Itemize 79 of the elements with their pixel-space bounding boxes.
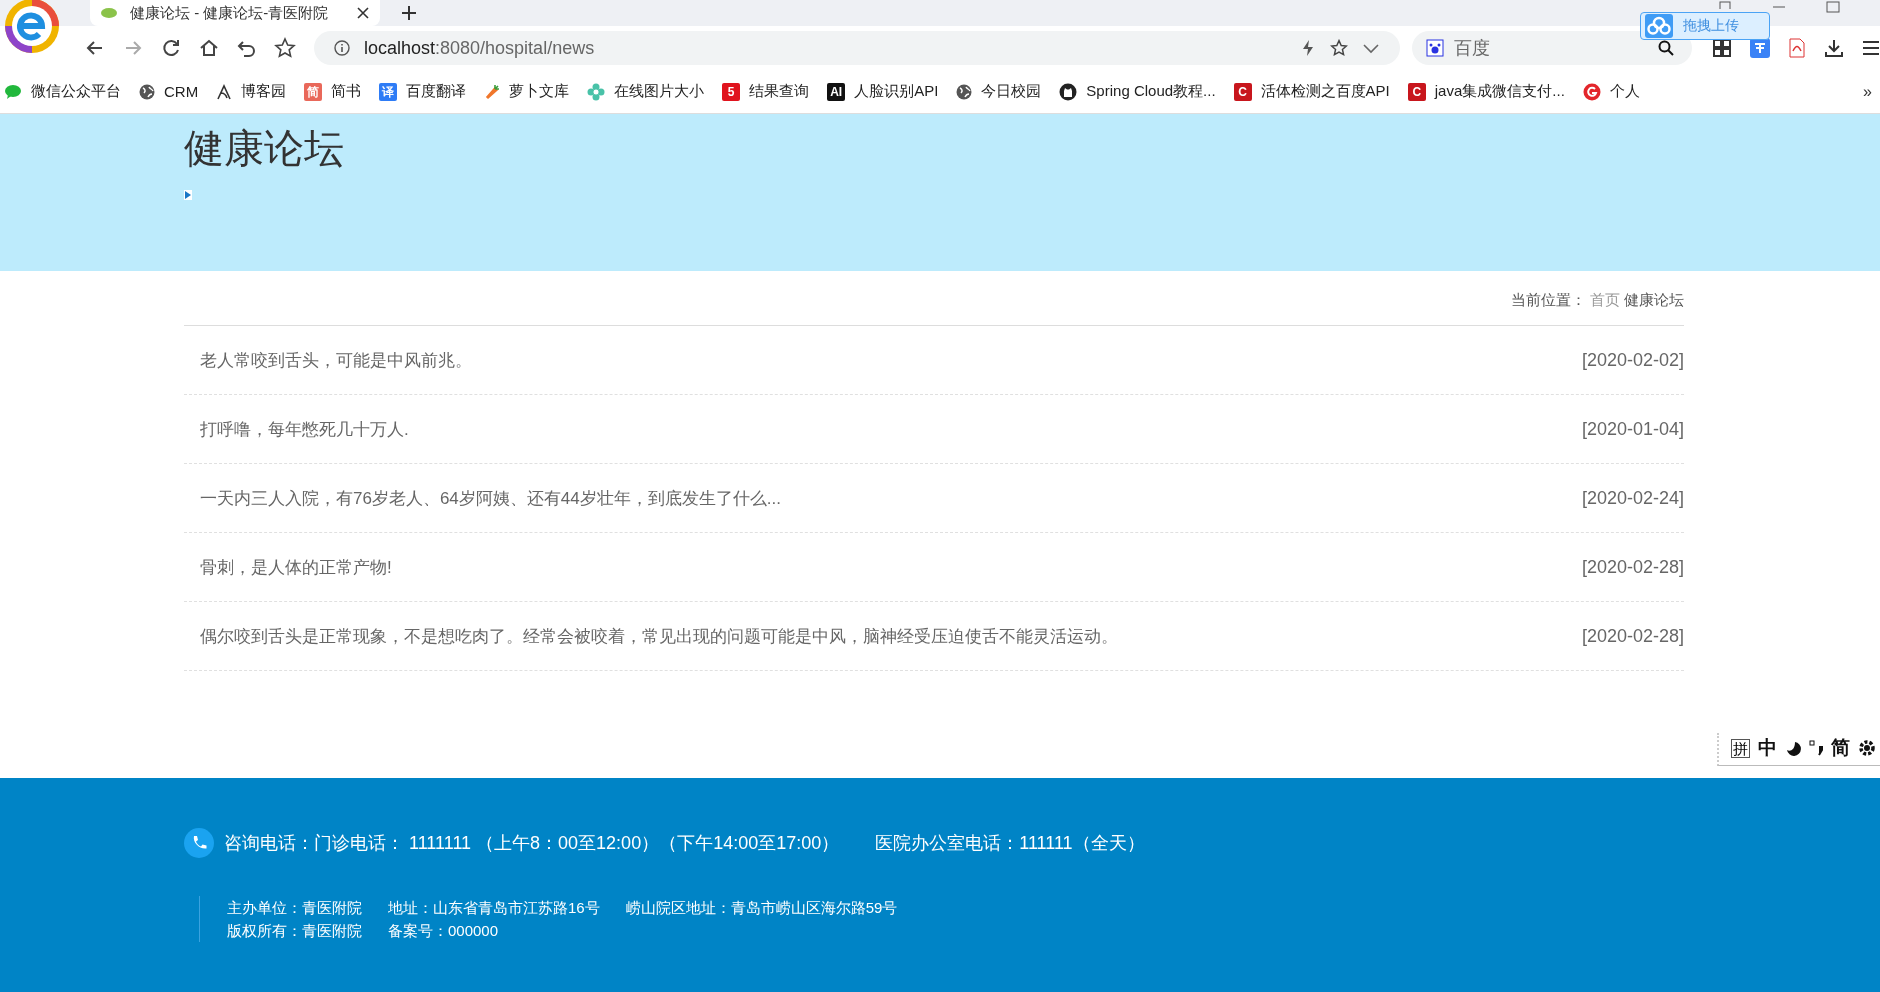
ime-script-button[interactable]: 简 bbox=[1831, 735, 1850, 761]
gear-icon[interactable] bbox=[1858, 739, 1876, 757]
bookmark-icon: 译 bbox=[379, 82, 398, 101]
bookmark-link[interactable]: 译 百度翻译 bbox=[379, 82, 467, 101]
bookmark-icon: C bbox=[1233, 82, 1252, 101]
new-tab-icon[interactable] bbox=[400, 4, 418, 22]
close-icon[interactable] bbox=[356, 6, 370, 20]
ring-icon bbox=[1582, 82, 1601, 101]
leaf-icon bbox=[100, 6, 118, 20]
menu-icon[interactable] bbox=[1862, 39, 1880, 57]
news-link[interactable]: 老人常咬到舌头，可能是中风前兆。 bbox=[200, 348, 472, 372]
search-icon[interactable] bbox=[1658, 40, 1674, 56]
more-bookmarks-button[interactable]: » bbox=[1863, 82, 1872, 101]
bookmark-link[interactable]: 萝卜文库 bbox=[484, 82, 570, 101]
chevron-down-icon[interactable] bbox=[1362, 42, 1380, 54]
footer-info-text: 备案号：000000 bbox=[388, 921, 499, 941]
grid-icon[interactable] bbox=[1712, 38, 1732, 58]
carrot-icon bbox=[484, 83, 501, 100]
search-bar[interactable]: 百度 bbox=[1412, 31, 1692, 65]
browser-tab[interactable]: 健康论坛 - 健康论坛-青医附院 bbox=[90, 0, 380, 26]
bookmark-link[interactable]: CRM bbox=[139, 83, 199, 100]
chat-bubble-icon bbox=[4, 83, 22, 100]
pdf-icon[interactable] bbox=[1788, 38, 1806, 58]
bookmark-icon: 5 bbox=[722, 82, 741, 101]
bookmark-link[interactable]: AI 人脸识别API bbox=[827, 82, 939, 101]
bookmark-link[interactable]: 简 简书 bbox=[304, 82, 362, 101]
download-icon[interactable] bbox=[1824, 38, 1844, 58]
info-icon bbox=[334, 40, 350, 56]
consult-phone-text: 咨询电话：门诊电话： 1111111 （上午8：00至12:00）（下午14:00至17:00） bbox=[224, 832, 840, 855]
breadcrumb-current: 健康论坛 bbox=[1624, 291, 1684, 308]
maximize-icon[interactable] bbox=[1826, 1, 1840, 13]
news-link[interactable]: 偶尔咬到舌头是正常现象，不是想吃肉了。经常会被咬着，常见出现的问题可能是中风，脑神经受压迫使舌不能灵活运动。 bbox=[200, 624, 1118, 648]
moon-icon[interactable] bbox=[1785, 740, 1801, 756]
footer-info-text: 崂山院区地址：青岛市崂山区海尔路59号 bbox=[625, 898, 898, 918]
phone-icon bbox=[184, 828, 214, 858]
bookmark-link[interactable]: 个人 bbox=[1582, 82, 1640, 101]
address-field[interactable]: localhost:8080/hospital/news bbox=[314, 31, 1400, 65]
footer-info-text: 版权所有：青医附院 bbox=[227, 921, 362, 941]
bookmark-link[interactable]: 在线图片大小 bbox=[587, 82, 705, 101]
home-icon[interactable] bbox=[198, 37, 220, 59]
pen-icon bbox=[216, 83, 233, 100]
triangle-icon bbox=[184, 190, 192, 200]
star-icon[interactable] bbox=[274, 37, 296, 59]
bookmark-link[interactable]: 微信公众平台 bbox=[4, 82, 121, 101]
office-phone-text: 医院办公室电话：111111（全天） bbox=[875, 832, 1145, 855]
star-icon[interactable] bbox=[1330, 39, 1348, 57]
breadcrumb-label: 当前位置： bbox=[1510, 291, 1586, 308]
bookmark-link[interactable]: 5 结果查询 bbox=[722, 82, 810, 101]
bookmark-link[interactable]: 今日校园 bbox=[956, 82, 1042, 101]
translate-icon[interactable] bbox=[1750, 38, 1770, 58]
footer-info-text: 主办单位：青医附院 bbox=[227, 898, 362, 918]
paw-icon bbox=[1426, 39, 1444, 57]
ime-language-button[interactable]: 中 bbox=[1758, 735, 1777, 761]
news-date: [2020-02-24] bbox=[1581, 487, 1684, 509]
clipboard-icon[interactable] bbox=[1718, 1, 1732, 9]
bookmark-link[interactable]: Spring Cloud教程... bbox=[1059, 82, 1216, 101]
globe-icon bbox=[956, 83, 973, 100]
bookmark-link[interactable]: C java集成微信支付... bbox=[1407, 82, 1565, 101]
page-title: 健康论坛 bbox=[184, 125, 345, 172]
news-date: [2020-02-28] bbox=[1581, 625, 1684, 647]
bookmark-icon: 简 bbox=[304, 82, 323, 101]
bookmark-link[interactable]: 博客园 bbox=[216, 82, 287, 101]
news-date: [2020-01-04] bbox=[1581, 418, 1684, 440]
cloud-icon bbox=[1645, 14, 1673, 38]
bookmark-icon: C bbox=[1407, 82, 1426, 101]
punctuation-icon[interactable] bbox=[1809, 740, 1823, 756]
globe-icon bbox=[139, 83, 155, 100]
bookmark-icon: AI bbox=[827, 82, 846, 101]
bookmark-link[interactable]: C 活体检测之百度API bbox=[1233, 82, 1390, 101]
news-date: [2020-02-02] bbox=[1581, 349, 1684, 371]
flower-icon bbox=[587, 82, 606, 101]
news-date: [2020-02-28] bbox=[1581, 556, 1684, 578]
news-link[interactable]: 打呼噜，每年憋死几十万人. bbox=[200, 417, 409, 441]
lightning-icon[interactable] bbox=[1300, 39, 1316, 57]
ime-mode-button[interactable]: 拼 bbox=[1731, 738, 1750, 758]
news-link[interactable]: 一天内三人入院，有76岁老人、64岁阿姨、还有44岁壮年，到底发生了什么... bbox=[200, 486, 781, 510]
news-link[interactable]: 骨刺，是人体的正常产物! bbox=[200, 555, 392, 579]
reload-icon[interactable] bbox=[160, 37, 182, 59]
footer-info-text: 地址：山东省青岛市江苏路16号 bbox=[388, 898, 600, 918]
